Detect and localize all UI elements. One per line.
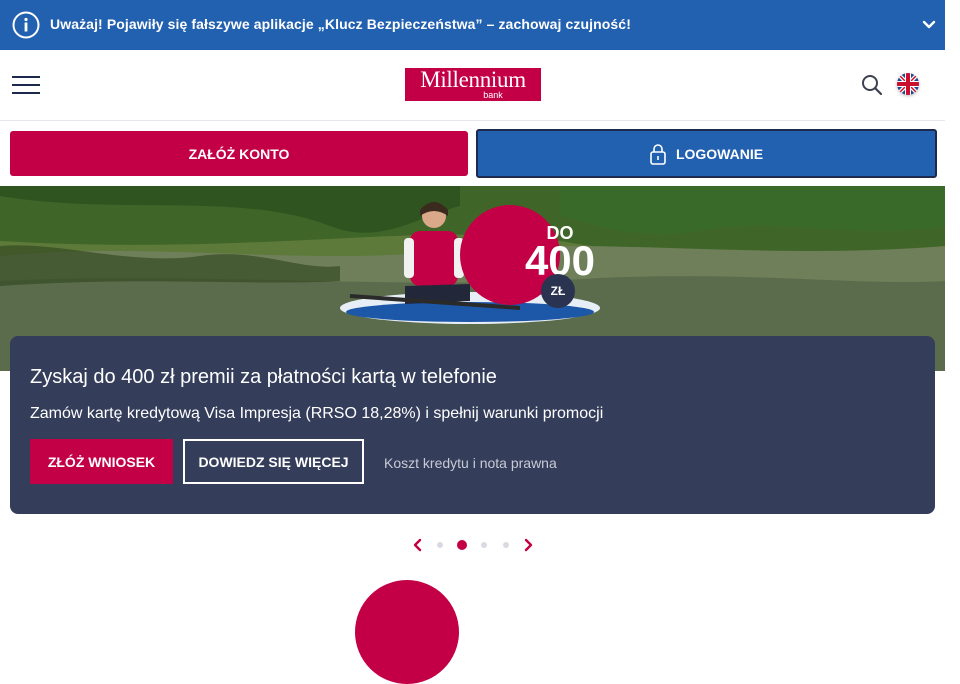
chevron-right-icon[interactable]	[520, 537, 536, 553]
logo-sub: bank	[483, 90, 503, 100]
millennium-logo[interactable]: Millennium bank	[405, 68, 541, 101]
security-alert-bar[interactable]: Uważaj! Pojawiły się fałszywe aplikacje …	[0, 0, 945, 50]
chevron-down-icon[interactable]	[921, 17, 937, 33]
logo-word: Millennium	[420, 67, 526, 92]
promo-card: Zyskaj do 400 zł premii za płatności kar…	[10, 336, 935, 514]
open-account-button[interactable]: ZAŁÓŻ KONTO	[10, 131, 468, 176]
carousel-controls	[410, 536, 538, 554]
learn-more-label: DOWIEDZ SIĘ WIĘCEJ	[198, 453, 349, 470]
hamburger-icon[interactable]	[12, 76, 40, 94]
next-section-badge	[355, 580, 459, 684]
learn-more-button[interactable]: DOWIEDZ SIĘ WIĘCEJ	[183, 439, 364, 484]
login-label: LOGOWANIE	[675, 145, 764, 162]
promo-title: Zyskaj do 400 zł premii za płatności kar…	[30, 366, 497, 388]
search-icon[interactable]	[861, 74, 883, 96]
open-account-label: ZAŁÓŻ KONTO	[188, 145, 290, 162]
login-button[interactable]: LOGOWANIE	[476, 129, 937, 178]
lock-icon	[650, 143, 666, 165]
carousel-dot[interactable]	[481, 542, 487, 548]
cost-legal-link[interactable]: Koszt kredytu i nota prawna	[384, 455, 557, 471]
alert-text: Uważaj! Pojawiły się fałszywe aplikacje …	[50, 16, 631, 32]
info-icon	[12, 11, 40, 39]
scrollbar-track[interactable]	[945, 0, 960, 600]
site-header: Millennium bank	[0, 50, 945, 121]
carousel-dot[interactable]	[437, 542, 443, 548]
apply-label: ZŁÓŻ WNIOSEK	[47, 453, 156, 470]
carousel-dot-active[interactable]	[457, 540, 467, 550]
apply-button[interactable]: ZŁÓŻ WNIOSEK	[30, 439, 173, 484]
promo-subtitle: Zamów kartę kredytową Visa Impresja (RRS…	[30, 405, 604, 422]
chevron-left-icon[interactable]	[410, 537, 426, 553]
badge-currency: ZŁ	[541, 274, 575, 308]
carousel-dot[interactable]	[503, 542, 509, 548]
uk-flag-icon[interactable]	[897, 73, 919, 95]
